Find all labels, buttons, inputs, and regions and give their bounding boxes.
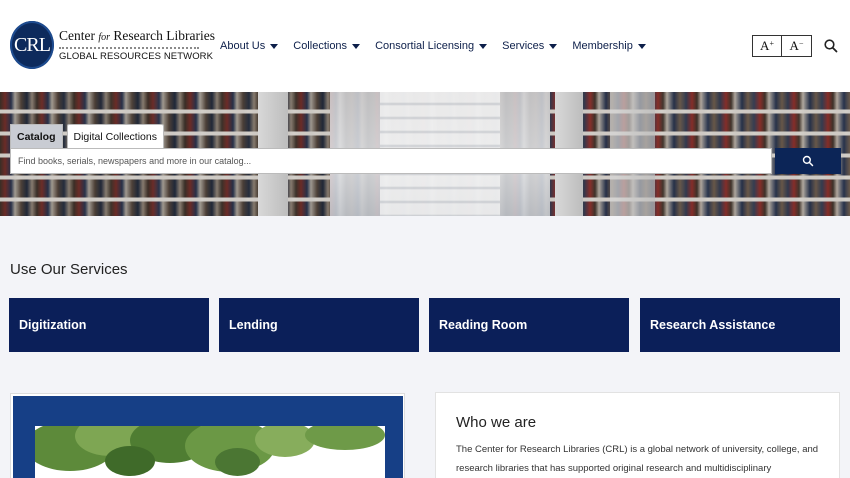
tree-photo: [35, 426, 385, 478]
caret-down-icon: [479, 43, 488, 49]
caret-down-icon: [549, 43, 558, 49]
nav-label: Services: [502, 40, 545, 52]
font-size-controls: A + A −: [752, 35, 812, 57]
service-digitization[interactable]: Digitization: [9, 298, 209, 352]
main-nav: About Us Collections Consortial Licensin…: [220, 37, 661, 55]
service-research-assistance[interactable]: Research Assistance: [640, 298, 840, 352]
logo-monogram: CRL: [10, 21, 54, 69]
service-lending[interactable]: Lending: [219, 298, 419, 352]
nav-label: Collections: [293, 40, 348, 52]
catalog-search-button[interactable]: [775, 148, 841, 174]
site-header: CRL Center for Research Libraries GLOBAL…: [0, 0, 850, 92]
font-decrease-sign: −: [798, 38, 804, 48]
foliage: [215, 448, 260, 476]
nav-about-us[interactable]: About Us: [220, 40, 279, 52]
tab-catalog[interactable]: Catalog: [10, 124, 63, 148]
logo-name-part2: Research Libraries: [110, 28, 215, 43]
search-tabs: Catalog Digital Collections: [10, 124, 164, 148]
logo-name: Center for Research Libraries: [59, 28, 215, 45]
increase-font-button[interactable]: A +: [752, 35, 782, 57]
foliage: [305, 426, 385, 450]
nav-label: About Us: [220, 40, 266, 52]
logo-divider: [59, 46, 199, 49]
nav-label: Consortial Licensing: [375, 40, 475, 52]
font-decrease-letter: A: [789, 38, 799, 53]
search-icon[interactable]: [823, 38, 839, 54]
foliage: [105, 446, 155, 476]
who-we-are-text: The Center for Research Libraries (CRL) …: [456, 444, 819, 474]
logo-name-for: for: [98, 32, 111, 43]
photo-frame: [13, 396, 403, 478]
crl-logo[interactable]: CRL Center for Research Libraries GLOBAL…: [10, 20, 215, 70]
service-reading-room[interactable]: Reading Room: [429, 298, 629, 352]
logo-name-part1: Center: [59, 28, 99, 43]
search-icon: [802, 155, 814, 167]
services-heading: Use Our Services: [10, 261, 128, 278]
tab-digital-collections[interactable]: Digital Collections: [66, 124, 164, 148]
font-increase-letter: A: [760, 38, 770, 53]
decrease-font-button[interactable]: A −: [782, 35, 812, 57]
nav-collections[interactable]: Collections: [293, 40, 361, 52]
logo-tagline: GLOBAL RESOURCES NETWORK: [59, 51, 214, 62]
logo-wordmark: Center for Research Libraries GLOBAL RES…: [59, 28, 215, 62]
who-we-are-heading: Who we are: [456, 414, 537, 431]
catalog-search-input[interactable]: [10, 148, 772, 174]
caret-down-icon: [637, 43, 646, 49]
feature-photo-card: [10, 393, 405, 478]
nav-services[interactable]: Services: [502, 40, 558, 52]
font-increase-sign: +: [769, 38, 774, 48]
who-we-are-card: Who we are The Center for Research Libra…: [435, 392, 840, 478]
caret-down-icon: [270, 43, 279, 49]
nav-consortial-licensing[interactable]: Consortial Licensing: [375, 40, 488, 52]
caret-down-icon: [352, 43, 361, 49]
nav-membership[interactable]: Membership: [572, 40, 646, 52]
nav-label: Membership: [572, 40, 633, 52]
